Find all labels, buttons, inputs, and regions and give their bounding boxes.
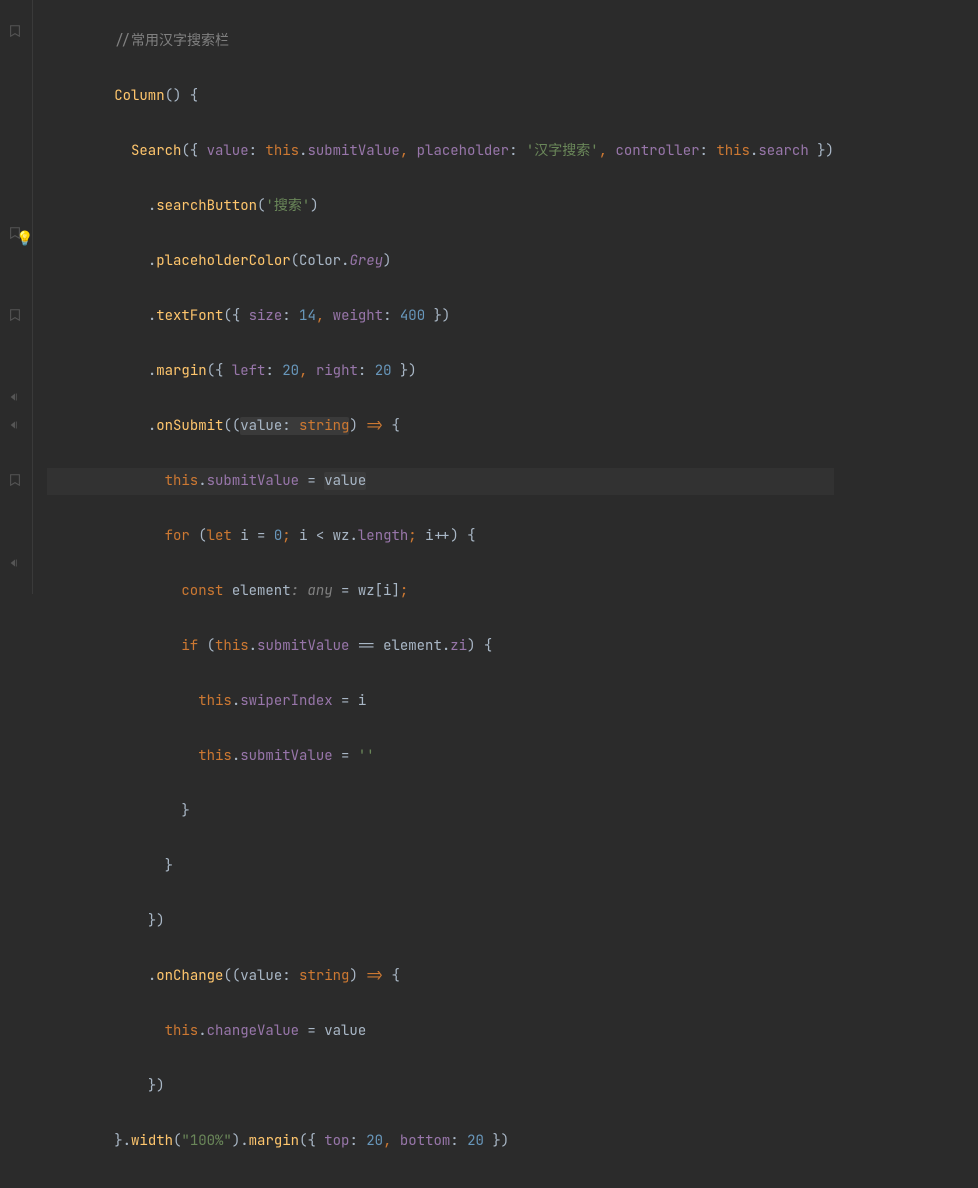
method: textFont [156,307,223,325]
method: placeholderColor [156,252,290,270]
method: onSubmit [156,417,223,435]
number: 400 [400,307,425,325]
code-line[interactable]: this.changeValue = value [47,1018,834,1046]
prop: value [207,142,249,160]
kw-this: this [165,472,199,490]
kw: const [181,582,223,600]
prop: submitValue [240,747,332,765]
kw: let [207,527,232,545]
ident: Color [299,252,341,270]
prop: left [232,362,266,380]
comment: //常用汉字搜索栏 [114,32,229,50]
param: value [240,417,282,435]
method: searchButton [156,197,257,215]
ident: value [324,1022,366,1040]
param: value [240,967,282,985]
code-line[interactable]: const element: any = wz[i]; [47,578,834,606]
code-line[interactable]: .searchButton('搜索') [47,193,834,221]
code-line[interactable]: .margin({ left: 20, right: 20 }) [47,358,834,386]
ident: i [358,692,366,710]
goto-icon [8,556,22,570]
method: width [131,1132,173,1150]
code-area[interactable]: //常用汉字搜索栏 Column() { Search({ value: thi… [33,0,834,594]
string: "100%" [181,1132,231,1150]
code-line[interactable]: Column() { [47,83,834,111]
bookmark-icon [8,24,22,38]
string: '汉字搜索' [526,142,599,160]
prop: controller [616,142,700,160]
kw-this: this [198,747,232,765]
prop: swiperIndex [240,692,332,710]
string: '' [358,747,375,765]
prop: placeholder [417,142,509,160]
text: () { [165,87,199,105]
method: margin [156,362,206,380]
kw: if [181,637,198,655]
number: 20 [375,362,392,380]
code-line[interactable]: this.swiperIndex = i [47,688,834,716]
prop: length [358,527,408,545]
kw-this: this [716,142,750,160]
ident: i [240,527,248,545]
code-line[interactable]: .textFont({ size: 14, weight: 400 }) [47,303,834,331]
code-line[interactable]: }) [47,1073,834,1101]
method: onChange [156,967,223,985]
prop: weight [333,307,383,325]
kw: for [165,527,190,545]
code-line[interactable]: //常用汉字搜索栏 [47,28,834,56]
gutter: 💡 [0,0,33,594]
func: Column [114,87,164,105]
ident: element [383,637,442,655]
number: 20 [366,1132,383,1150]
method: margin [249,1132,299,1150]
code-line[interactable]: } [47,853,834,881]
code-line[interactable]: .onSubmit((value: string) => { [47,413,834,441]
prop: search [758,142,808,160]
code-line[interactable]: .onChange((value: string) => { [47,963,834,991]
type: string [299,417,349,435]
code-line[interactable]: for (let i = 0; i < wz.length; i++) { [47,523,834,551]
ident: value [324,472,366,490]
prop: zi [450,637,467,655]
code-line[interactable]: .placeholderColor(Color.Grey) [47,248,834,276]
goto-icon [8,390,22,404]
bookmark-icon [8,473,22,487]
type-ann: : any [291,582,333,600]
prop: bottom [400,1132,450,1150]
prop: top [324,1132,349,1150]
ident: wz [333,527,350,545]
ident: i [425,527,433,545]
prop: changeValue [207,1022,299,1040]
ident: element [232,582,291,600]
code-line[interactable]: }.width("100%").margin({ top: 20, bottom… [47,1128,834,1156]
func: Search [131,142,181,160]
code-editor[interactable]: 💡 //常用汉字搜索栏 Column() { Search({ value: t… [0,0,978,594]
code-line[interactable]: this.submitValue = '' [47,743,834,771]
string: '搜索' [265,197,310,215]
code-line[interactable]: Search({ value: this.submitValue, placeh… [47,138,834,166]
bookmark-icon [8,308,22,322]
prop: size [249,307,283,325]
number: 0 [274,527,282,545]
number: 20 [282,362,299,380]
prop: submitValue [257,637,349,655]
code-line[interactable]: if (this.submitValue == element.zi) { [47,633,834,661]
kw-this: this [215,637,249,655]
prop: right [316,362,358,380]
prop: submitValue [207,472,299,490]
kw-this: this [165,1022,199,1040]
lightbulb-icon[interactable]: 💡 [16,226,33,254]
kw-this: this [198,692,232,710]
code-line-active[interactable]: this.submitValue = value [47,468,834,496]
prop: Grey [349,252,383,270]
code-line[interactable]: }) [47,908,834,936]
goto-icon [8,418,22,432]
number: 14 [299,307,316,325]
ident: wz [358,582,375,600]
kw-this: this [265,142,299,160]
code-line[interactable]: } [47,798,834,826]
prop: submitValue [307,142,399,160]
type: string [299,967,349,985]
number: 20 [467,1132,484,1150]
